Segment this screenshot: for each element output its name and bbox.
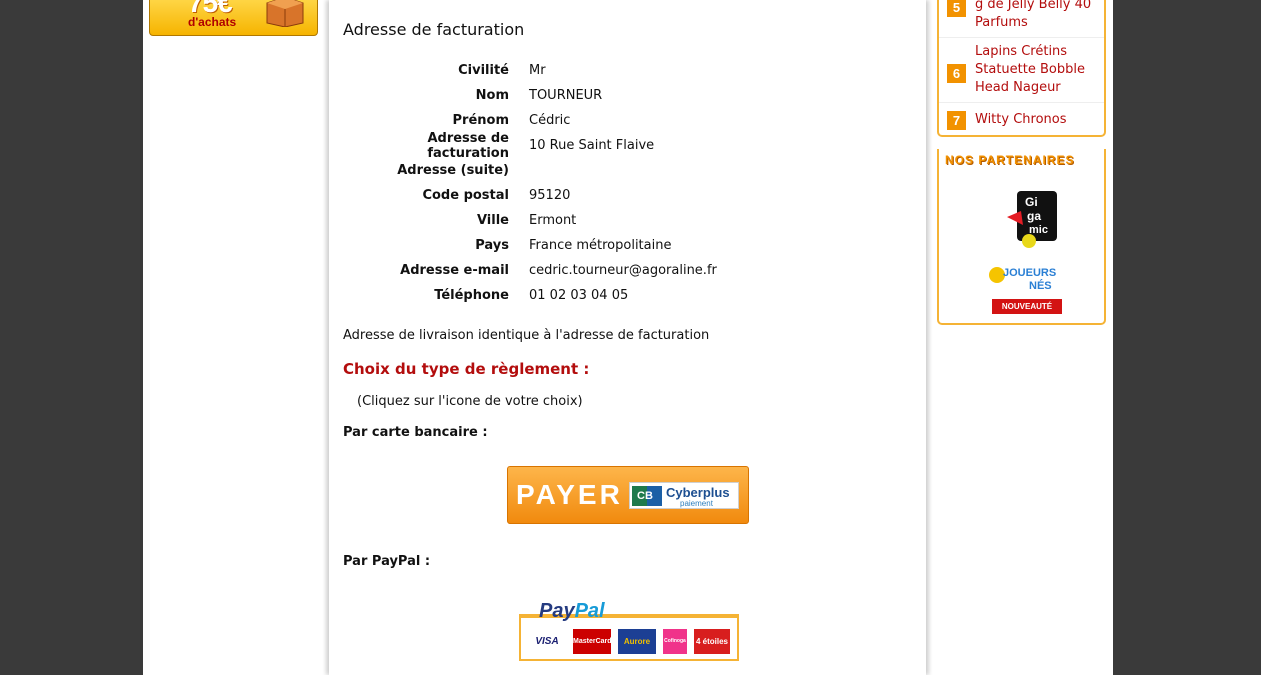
billing-title: Adresse de facturation xyxy=(343,20,525,39)
field-row-nom: Nom TOURNEUR xyxy=(343,83,903,108)
visa-icon: VISA xyxy=(529,629,565,654)
paypal-button[interactable]: PayPal VISA MasterCard Aurore Cofinoga 4… xyxy=(519,600,739,661)
cb-text: CB xyxy=(637,490,653,502)
field-row-civilite: Civilité Mr xyxy=(343,58,903,83)
field-label: Code postal xyxy=(422,188,509,203)
billing-fields: Civilité Mr Nom TOURNEUR Prénom Cédric Adre… xyxy=(343,58,903,308)
right-sidebar: 5 g de Jelly Belly 40 Parfums 6 Lapins C… xyxy=(937,0,1106,325)
promo-banner[interactable]: 75€ d'achats xyxy=(149,0,318,36)
field-value: 95120 xyxy=(529,188,571,203)
field-label: Adresse e-mail xyxy=(400,263,509,278)
cb-card-icon: CB xyxy=(632,486,662,506)
payment-title: Choix du type de règlement : xyxy=(343,360,590,378)
top-sales-list: 5 g de Jelly Belly 40 Parfums 6 Lapins C… xyxy=(937,0,1106,137)
svg-text:Gi: Gi xyxy=(1025,195,1038,209)
field-row-ville: Ville Ermont xyxy=(343,208,903,233)
field-label: Pays xyxy=(475,238,509,253)
paypal-logo-b: Pal xyxy=(574,600,605,622)
field-value: 01 02 03 04 05 xyxy=(529,288,629,303)
list-item: 5 g de Jelly Belly 40 Parfums xyxy=(939,0,1104,38)
rank-badge: 5 xyxy=(947,0,966,17)
aurore-icon: Aurore xyxy=(618,629,656,654)
card-payment-label: Par carte bancaire : xyxy=(343,425,488,440)
svg-text:mic: mic xyxy=(1029,224,1048,236)
paypal-logo: PayPal xyxy=(539,600,605,623)
field-value: TOURNEUR xyxy=(529,88,603,103)
order-summary: Adresse de facturation Civilité Mr Nom TOU… xyxy=(329,0,926,675)
field-label: Adresse (suite) xyxy=(397,163,509,178)
product-link[interactable]: g de Jelly Belly 40 Parfums xyxy=(975,0,1100,32)
field-label: Téléphone xyxy=(434,288,509,303)
field-row-adresse-suite: Adresse (suite) xyxy=(343,158,903,183)
paypal-logo-a: Pay xyxy=(539,600,575,622)
field-label: Nom xyxy=(475,88,509,103)
svg-text:NÉS: NÉS xyxy=(1029,279,1052,292)
field-value: Cédric xyxy=(529,113,571,128)
list-item: 6 Lapins Crétins Statuette Bobble Head N… xyxy=(939,38,1104,103)
field-row-code-postal: Code postal 95120 xyxy=(343,183,903,208)
joueurs-nes-logo[interactable]: JOUEURS NÉS xyxy=(989,263,1067,293)
gigamic-logo[interactable]: Gi ga mic xyxy=(1005,189,1061,251)
field-label: Ville xyxy=(476,213,509,228)
field-label: Prénom xyxy=(452,113,510,128)
svg-text:JOUEURS: JOUEURS xyxy=(1003,267,1056,279)
4-etoiles-icon: 4 étoiles xyxy=(694,629,730,654)
cyberplus-sub: paiement xyxy=(680,499,713,508)
pay-button-label: PAYER xyxy=(516,479,623,510)
cofinoga-icon: Cofinoga xyxy=(663,629,687,654)
cyberplus-name: Cyberplus xyxy=(666,485,730,500)
field-value: cedric.tourneur@agoraline.fr xyxy=(529,263,717,278)
cyberplus-logo: CB Cyberplus paiement xyxy=(629,482,739,509)
field-value: Mr xyxy=(529,63,546,78)
field-row-telephone: Téléphone 01 02 03 04 05 xyxy=(343,283,903,308)
rank-badge: 7 xyxy=(947,111,966,130)
cyberplus-pay-button[interactable]: PAYER CB Cyberplus paiement xyxy=(507,466,749,524)
mastercard-icon: MasterCard xyxy=(573,629,612,654)
product-link[interactable]: Lapins Crétins Statuette Bobble Head Nag… xyxy=(975,43,1100,97)
field-value: 10 Rue Saint Flaive xyxy=(529,138,655,153)
field-label: Adresse de facturation xyxy=(427,130,509,161)
field-value: Ermont xyxy=(529,213,577,228)
list-item: 7 Witty Chronos xyxy=(939,103,1104,135)
partners-title: NOS PARTENAIRES xyxy=(945,153,1075,167)
field-row-prenom: Prénom Cédric xyxy=(343,108,903,133)
page-container: 75€ d'achats Adresse de facturation Civi… xyxy=(143,0,1113,675)
product-link[interactable]: Witty Chronos xyxy=(975,111,1067,130)
paypal-label: Par PayPal : xyxy=(343,554,431,569)
field-row-pays: Pays France métropolitaine xyxy=(343,233,903,258)
promo-subtitle: d'achats xyxy=(188,15,237,29)
field-row-email: Adresse e-mail cedric.tourneur@agoraline.… xyxy=(343,258,903,283)
svg-text:ga: ga xyxy=(1027,209,1041,223)
partners-box: NOS PARTENAIRES Gi ga mic JOUEURS NÉS NO… xyxy=(937,149,1106,325)
field-value: France métropolitaine xyxy=(529,238,672,253)
box-icon xyxy=(266,0,304,27)
rank-badge: 6 xyxy=(947,64,966,83)
payment-hint: (Cliquez sur l'icone de votre choix) xyxy=(357,394,583,409)
field-label: Civilité xyxy=(458,63,509,78)
delivery-note: Adresse de livraison identique à l'adres… xyxy=(343,328,710,343)
nouveaute-badge: NOUVEAUTÉ xyxy=(992,299,1062,314)
field-row-adresse: Adresse de facturation 10 Rue Saint Flaiv… xyxy=(343,130,903,161)
